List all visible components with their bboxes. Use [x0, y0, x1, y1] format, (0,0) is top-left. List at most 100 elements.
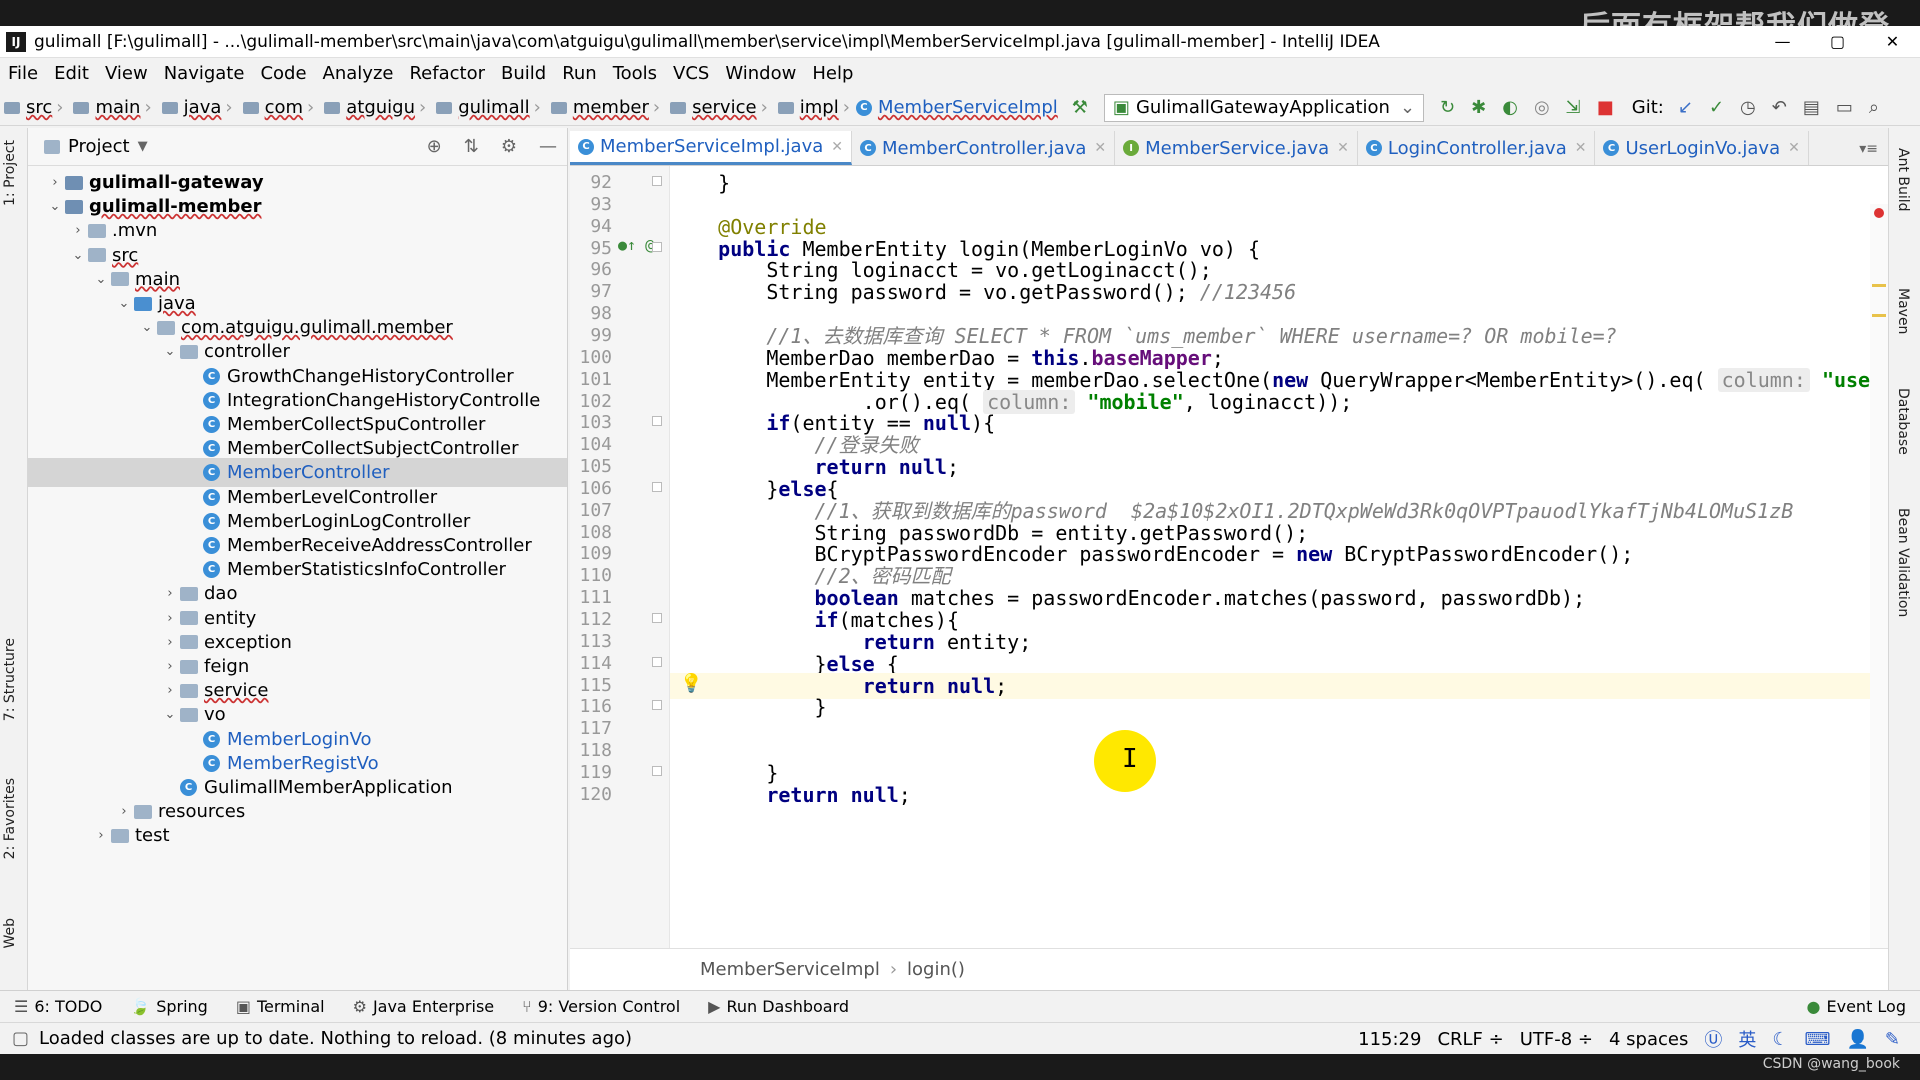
indent-setting[interactable]: 4 spaces — [1609, 1029, 1688, 1050]
tool-tab-favorites[interactable]: 2: Favorites — [2, 778, 18, 859]
git-commit-icon[interactable]: ✓ — [1709, 97, 1724, 118]
fold-marker[interactable] — [652, 613, 662, 623]
file-encoding[interactable]: UTF-8 ÷ — [1520, 1029, 1593, 1050]
close-icon[interactable]: ✕ — [1094, 140, 1106, 156]
chevron-down-icon[interactable]: ⌄ — [68, 248, 88, 263]
override-marker-icon[interactable]: ●↑ @ — [618, 236, 654, 254]
close-icon[interactable]: ✕ — [1337, 140, 1349, 156]
menu-refactor[interactable]: Refactor — [401, 63, 493, 84]
chevron-down-icon[interactable]: ⌄ — [160, 344, 180, 359]
chevron-right-icon[interactable]: › — [160, 635, 180, 650]
chevron-down-icon[interactable]: ⌄ — [45, 199, 65, 214]
menu-window[interactable]: Window — [717, 63, 804, 84]
nav-crumb[interactable]: member › — [547, 97, 660, 118]
tool-tab-bean-validation[interactable]: Bean Validation — [1895, 508, 1911, 617]
run-config-select[interactable]: ▣ GulimallGatewayApplication ⌄ — [1103, 93, 1425, 122]
debug-icon[interactable]: ✱ — [1471, 97, 1486, 118]
nav-crumb[interactable]: java › — [158, 97, 233, 118]
git-update-icon[interactable]: ↙ — [1678, 97, 1693, 118]
nav-crumb[interactable]: impl › — [774, 97, 850, 118]
maximize-button[interactable]: ▢ — [1810, 26, 1865, 58]
fold-marker[interactable] — [652, 765, 662, 776]
chevron-right-icon[interactable]: › — [45, 175, 65, 190]
fold-marker[interactable] — [652, 416, 662, 427]
nav-crumb[interactable]: gulimall › — [432, 97, 541, 118]
build-hammer-icon[interactable]: ⚒ — [1072, 97, 1088, 118]
nav-crumb[interactable]: service › — [666, 97, 768, 118]
menu-file[interactable]: File — [0, 63, 46, 84]
nav-crumb-class[interactable]: C MemberServiceImpl — [855, 97, 1058, 118]
keyboard-icon[interactable]: ⌨ — [1805, 1029, 1831, 1050]
event-log-button[interactable]: ● Event Log — [1807, 997, 1906, 1016]
tool-tab-project[interactable]: 1: Project — [2, 140, 18, 206]
tool-tab-maven[interactable]: Maven — [1895, 288, 1911, 334]
tool-tab-structure[interactable]: 7: Structure — [2, 638, 18, 721]
fold-marker[interactable] — [652, 176, 662, 186]
tool-tab-ant-build[interactable]: Ant Build — [1895, 148, 1911, 212]
profile-icon[interactable]: ◎ — [1534, 97, 1550, 118]
close-icon[interactable]: ✕ — [1575, 140, 1587, 156]
warning-marker[interactable] — [1872, 284, 1886, 287]
chevron-right-icon[interactable]: › — [160, 683, 180, 698]
nav-crumb[interactable]: com › — [239, 97, 314, 118]
chevron-right-icon[interactable]: › — [68, 223, 88, 238]
attach-icon[interactable]: ⇲ — [1566, 97, 1581, 118]
nav-crumb[interactable]: main › — [69, 97, 152, 118]
lightbulb-icon[interactable]: 💡 — [680, 673, 702, 694]
chevron-down-icon[interactable]: ⌄ — [137, 320, 157, 335]
chevron-right-icon[interactable]: › — [114, 804, 134, 819]
fold-marker[interactable] — [652, 700, 662, 711]
tool-tab-database[interactable]: Database — [1895, 388, 1911, 455]
close-icon[interactable]: ✕ — [831, 139, 843, 155]
gear-icon[interactable]: ⚙ — [501, 136, 517, 157]
user-icon[interactable]: 👤 — [1846, 1029, 1868, 1050]
minimize-button[interactable]: — — [1755, 26, 1810, 58]
breadcrumb-method[interactable]: login() — [907, 959, 965, 980]
close-icon[interactable]: ✕ — [1788, 140, 1800, 156]
hide-icon[interactable]: — — [539, 136, 557, 157]
chevron-down-icon[interactable]: ⌄ — [114, 296, 134, 311]
chevron-down-icon[interactable]: ▼ — [138, 139, 148, 154]
chevron-down-icon[interactable]: ⌄ — [160, 707, 180, 722]
collapse-all-icon[interactable]: ⇅ — [464, 136, 479, 157]
close-button[interactable]: ✕ — [1865, 26, 1920, 58]
warning-marker[interactable] — [1872, 314, 1886, 317]
error-indicator-icon[interactable] — [1874, 208, 1884, 218]
editor-tab[interactable]: C UserLoginVo.java ✕ — [1595, 131, 1809, 165]
fold-marker[interactable] — [652, 481, 662, 492]
history-icon[interactable]: ◷ — [1740, 97, 1756, 118]
ime-language[interactable]: 英 — [1738, 1026, 1756, 1052]
stop-icon[interactable]: ■ — [1597, 97, 1614, 118]
ime-icon[interactable]: Ⓤ — [1704, 1026, 1722, 1052]
editor-tab[interactable]: C MemberController.java ✕ — [852, 131, 1116, 165]
project-structure-icon[interactable]: ▤ — [1803, 97, 1820, 118]
status-toggle-icon[interactable]: ▢ — [12, 1028, 29, 1049]
menu-code[interactable]: Code — [252, 63, 314, 84]
menu-analyze[interactable]: Analyze — [315, 63, 402, 84]
menu-navigate[interactable]: Navigate — [156, 63, 253, 84]
project-panel-title[interactable]: Project — [68, 136, 130, 157]
chevron-right-icon[interactable]: › — [160, 611, 180, 626]
bottom-tool-tab[interactable]: ▣ Terminal — [236, 997, 325, 1016]
editor-scrollbar[interactable] — [1870, 204, 1888, 986]
menu-tools[interactable]: Tools — [605, 63, 665, 84]
menu-view[interactable]: View — [97, 63, 156, 84]
line-separator[interactable]: CRLF ÷ — [1437, 1029, 1503, 1050]
fold-marker[interactable] — [652, 656, 662, 667]
chevron-right-icon[interactable]: › — [160, 586, 180, 601]
nav-crumb[interactable]: src › — [0, 97, 63, 118]
menu-vcs[interactable]: VCS — [665, 63, 717, 84]
locate-icon[interactable]: ⊕ — [427, 136, 442, 157]
caret-position[interactable]: 115:29 — [1358, 1029, 1421, 1050]
editor-tab[interactable]: C MemberServiceImpl.java ✕ — [570, 131, 853, 165]
tree-item-folder[interactable]: › test — [28, 821, 169, 850]
menu-edit[interactable]: Edit — [46, 63, 97, 84]
menu-help[interactable]: Help — [804, 63, 861, 84]
rerun-icon[interactable]: ↻ — [1440, 97, 1455, 118]
bottom-tool-tab[interactable]: ⚙ Java Enterprise — [353, 997, 495, 1016]
nav-crumb[interactable]: atguigu › — [320, 97, 426, 118]
moon-icon[interactable]: ☾ — [1772, 1029, 1788, 1050]
breadcrumb-class[interactable]: MemberServiceImpl — [700, 959, 880, 980]
editor-tab[interactable]: I MemberService.java ✕ — [1115, 131, 1358, 165]
tool-tab-web[interactable]: Web — [2, 918, 18, 949]
